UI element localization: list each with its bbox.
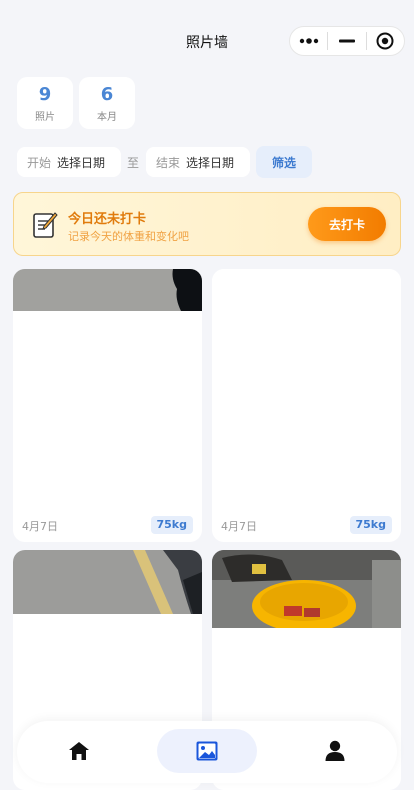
- close-program-button[interactable]: [367, 27, 404, 55]
- user-icon: [325, 740, 345, 761]
- tab-home[interactable]: [29, 729, 129, 773]
- stat-card-photos: 9 照片: [17, 77, 73, 129]
- photo-thumbnail: [13, 269, 202, 311]
- checkin-button[interactable]: 去打卡: [308, 207, 386, 241]
- stat-label: 照片: [35, 112, 55, 123]
- minimize-button[interactable]: [328, 27, 365, 55]
- more-button[interactable]: [290, 27, 327, 55]
- photo-thumbnail: [212, 269, 401, 311]
- weight-badge: 75kg: [349, 516, 392, 534]
- date-separator: 至: [127, 156, 140, 170]
- photo-card[interactable]: 4月7日 75kg: [212, 269, 401, 542]
- bottom-tab-bar: [17, 721, 397, 783]
- end-date-value: 选择日期: [186, 155, 235, 170]
- photo-date: 4月7日: [22, 520, 58, 533]
- end-date-picker[interactable]: 结束 选择日期: [146, 147, 250, 177]
- end-date-label: 结束: [156, 155, 181, 170]
- photo-date: 4月7日: [221, 520, 257, 533]
- memo-icon: [33, 212, 58, 238]
- mini-program-capsule: [289, 26, 405, 56]
- photo-thumbnail: [212, 550, 401, 628]
- more-dots-icon: [299, 38, 318, 44]
- banner-title: 今日还未打卡: [68, 212, 147, 227]
- filter-button[interactable]: 筛选: [256, 146, 312, 178]
- tab-profile[interactable]: [285, 729, 385, 773]
- stat-card-month: 6 本月: [79, 77, 135, 129]
- image-icon: [196, 741, 218, 761]
- home-icon: [69, 742, 89, 760]
- target-icon: [376, 32, 394, 50]
- photo-thumbnail: [13, 550, 202, 614]
- minus-icon: [338, 39, 355, 43]
- banner-subtitle: 记录今天的体重和变化吧: [68, 230, 189, 243]
- tab-photo-wall[interactable]: [157, 729, 257, 773]
- photo-card[interactable]: 4月7日 75kg: [13, 269, 202, 542]
- stat-label: 本月: [97, 112, 117, 123]
- stat-value: 6: [100, 84, 114, 105]
- start-date-label: 开始: [27, 155, 52, 170]
- checkin-banner: 今日还未打卡 记录今天的体重和变化吧 去打卡: [13, 192, 401, 256]
- weight-badge: 75kg: [150, 516, 193, 534]
- start-date-picker[interactable]: 开始 选择日期: [17, 147, 121, 177]
- stat-value: 9: [38, 84, 52, 105]
- start-date-value: 选择日期: [57, 155, 106, 170]
